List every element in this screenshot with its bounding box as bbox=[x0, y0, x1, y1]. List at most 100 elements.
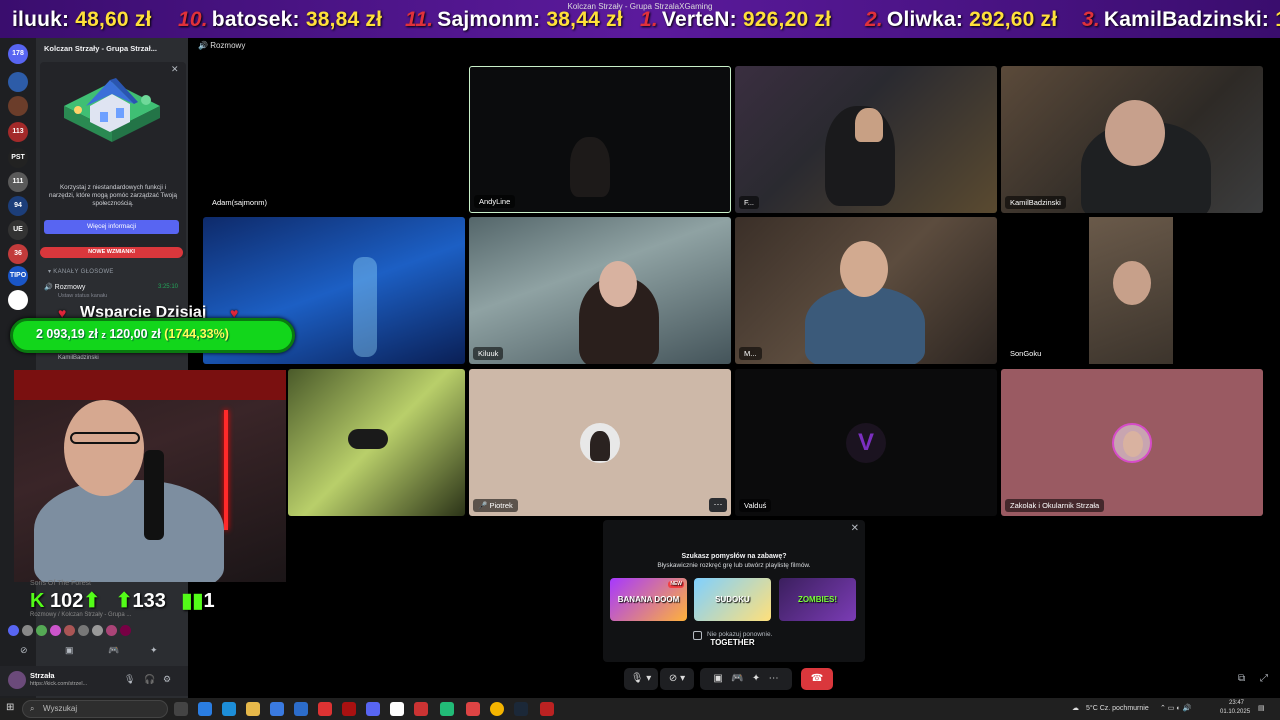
screen-share-icon[interactable]: ▣ bbox=[65, 645, 74, 656]
server-icon[interactable]: 178 bbox=[8, 44, 28, 64]
taskbar-app-icon[interactable] bbox=[540, 702, 554, 716]
server-name[interactable]: Kolczan Strzały - Grupa Strzał... bbox=[44, 42, 184, 56]
server-icon[interactable]: 94 bbox=[8, 196, 28, 216]
server-icon[interactable] bbox=[8, 96, 28, 116]
speaker-icon: 🔊 bbox=[44, 284, 53, 291]
server-icon[interactable]: 36 bbox=[8, 244, 28, 264]
more-options-icon[interactable]: ⋯ bbox=[769, 673, 779, 684]
server-icon[interactable]: 113 bbox=[8, 122, 28, 142]
popup-subtitle: Błyskawicznie rozkręć grę lub utwórz pla… bbox=[657, 562, 811, 569]
taskbar-app-icon[interactable] bbox=[390, 702, 404, 716]
activity-icon[interactable]: 🎮 bbox=[108, 645, 119, 656]
house-illustration bbox=[64, 78, 160, 142]
voice-category[interactable]: ▾ KANAŁY GŁOSOWE bbox=[48, 268, 114, 275]
voice-avatars bbox=[8, 625, 168, 637]
tile-label: M... bbox=[739, 347, 762, 360]
taskbar-app-icon[interactable] bbox=[414, 702, 428, 716]
donation-value: 2 093,19 zł z 120,00 zł (1744,33%) bbox=[36, 327, 229, 341]
start-icon[interactable]: ⊞ bbox=[6, 702, 14, 713]
video-tile[interactable]: V Valduś bbox=[735, 369, 997, 516]
steam-icon[interactable] bbox=[514, 702, 528, 716]
tray-icons[interactable]: ⌃ ▭ ◐ 🔊 bbox=[1160, 698, 1191, 720]
game-card-banana-doom[interactable]: BANANA DOOM NEW bbox=[610, 578, 687, 621]
video-tile[interactable]: Zakolak i Okularnik Strzała bbox=[1001, 369, 1263, 516]
video-tile[interactable]: AndyLine bbox=[469, 66, 731, 213]
taskbar-app-icon[interactable] bbox=[466, 702, 480, 716]
video-tile[interactable] bbox=[288, 369, 465, 516]
taskbar-app-icon[interactable] bbox=[342, 702, 356, 716]
avatar bbox=[580, 423, 620, 463]
taskbar-app-icon[interactable] bbox=[440, 702, 454, 716]
tile-label: 🎤 Piotrek bbox=[473, 499, 518, 512]
video-tile[interactable]: 🎤 Piotrek ⋯ bbox=[469, 369, 731, 516]
kick-icon: K bbox=[30, 590, 45, 612]
camera-toggle-button[interactable]: ⊘ ▾ bbox=[660, 668, 694, 690]
server-icon[interactable]: TIPO bbox=[8, 266, 28, 286]
explorer-icon[interactable] bbox=[246, 702, 260, 716]
dont-show-checkbox[interactable] bbox=[693, 631, 702, 640]
disconnect-button[interactable]: ☎ bbox=[801, 668, 833, 690]
weather-text[interactable]: 5°C Cz. pochmurnie bbox=[1086, 698, 1149, 720]
more-info-button[interactable]: Więcej informacji bbox=[44, 220, 179, 234]
taskbar-app-icon[interactable] bbox=[270, 702, 284, 716]
popup-title: Szukasz pomysłów na zabawę? bbox=[681, 553, 787, 560]
outlook-icon[interactable] bbox=[294, 702, 308, 716]
fullscreen-icon[interactable]: ⤢ bbox=[1260, 673, 1268, 684]
weather-icon[interactable]: ☁ bbox=[1072, 698, 1079, 720]
camera-off-icon[interactable]: ⊘ bbox=[20, 645, 28, 656]
tile-label: KamilBadzinski bbox=[1005, 196, 1066, 209]
chrome-icon[interactable] bbox=[490, 702, 504, 716]
call-actions-group: ▣ 🎮 ✦ ⋯ bbox=[700, 668, 792, 690]
gear-icon[interactable]: ⚙ bbox=[163, 674, 171, 685]
video-tile[interactable]: SonGoku bbox=[1001, 217, 1263, 364]
taskbar-app-icon[interactable] bbox=[318, 702, 332, 716]
screen-share-icon[interactable]: ▣ bbox=[713, 673, 722, 684]
avatar[interactable] bbox=[8, 671, 26, 689]
video-tile[interactable]: F... bbox=[735, 66, 997, 213]
headphones-icon[interactable]: 🎧 bbox=[144, 674, 155, 685]
channel-status[interactable]: Ustaw status kanału bbox=[58, 293, 107, 299]
game-activity: Sons Of The Forest bbox=[30, 580, 91, 587]
clock[interactable]: 23:47 01.10.2025 bbox=[1220, 699, 1250, 717]
user-name[interactable]: Strzała bbox=[30, 671, 55, 680]
avatar bbox=[1112, 423, 1152, 463]
tile-label: Adam(sajmonm) bbox=[207, 196, 273, 209]
discord-icon[interactable] bbox=[366, 702, 380, 716]
server-icon[interactable] bbox=[8, 290, 28, 310]
game-card-sudoku-together[interactable]: SUDOKU TOGETHER bbox=[694, 578, 771, 647]
video-tile[interactable]: M... bbox=[735, 217, 997, 364]
server-icon[interactable]: PST bbox=[8, 148, 28, 168]
activity-popup: ✕ Szukasz pomysłów na zabawę? Błyskawicz… bbox=[603, 520, 865, 662]
mic-icon[interactable]: 🎙 bbox=[124, 674, 135, 685]
popout-icon[interactable]: ⧉ bbox=[1238, 673, 1245, 684]
notification-icon[interactable]: ▤ bbox=[1258, 698, 1265, 720]
task-view-icon[interactable] bbox=[174, 702, 188, 716]
server-icon[interactable] bbox=[8, 72, 28, 92]
voice-path: Rozmowy / Kolczan Strzały - Grupa ... bbox=[30, 612, 132, 618]
search-icon: ⌕ bbox=[30, 704, 35, 713]
mic-toggle-button[interactable]: 🎙 ▾ bbox=[624, 668, 658, 690]
taskbar-search[interactable]: ⌕ Wyszukaj bbox=[22, 700, 168, 718]
server-icon[interactable]: 111 bbox=[8, 172, 28, 192]
tile-label: Zakolak i Okularnik Strzała bbox=[1005, 499, 1105, 512]
ticker-entry: 2. Oliwka: 292,60 zł bbox=[865, 8, 1058, 31]
stream-stats: K 102⬆ ⬆133 ▮▮1 bbox=[30, 590, 215, 612]
call-header: 🔊 Rozmowy bbox=[190, 38, 1280, 54]
edge-icon[interactable] bbox=[222, 702, 236, 716]
server-icon[interactable]: UE bbox=[8, 220, 28, 240]
ticker-entry: 1. VerteN: 926,20 zł bbox=[640, 8, 832, 31]
activity-icon[interactable]: 🎮 bbox=[731, 673, 743, 684]
new-mentions-button[interactable]: NOWE WZMIANKI bbox=[40, 247, 183, 258]
close-icon[interactable]: ✕ bbox=[171, 64, 179, 75]
soundboard-icon[interactable]: ✦ bbox=[150, 645, 158, 656]
video-tile[interactable]: Kiluuk bbox=[469, 217, 731, 364]
video-tile[interactable]: Adam(sajmonm) bbox=[203, 66, 465, 213]
taskbar-app-icon[interactable] bbox=[198, 702, 212, 716]
game-card-zombies[interactable]: ZOMBIES! bbox=[779, 578, 856, 621]
ticker-entry: iluuk: 48,60 zł bbox=[12, 8, 152, 31]
soundboard-icon[interactable]: ✦ bbox=[752, 673, 760, 684]
more-options-icon[interactable]: ⋯ bbox=[709, 498, 727, 512]
voice-member[interactable]: KamilBadzinski bbox=[58, 355, 99, 361]
close-icon[interactable]: ✕ bbox=[851, 523, 859, 534]
video-tile[interactable]: KamilBadzinski bbox=[1001, 66, 1263, 213]
